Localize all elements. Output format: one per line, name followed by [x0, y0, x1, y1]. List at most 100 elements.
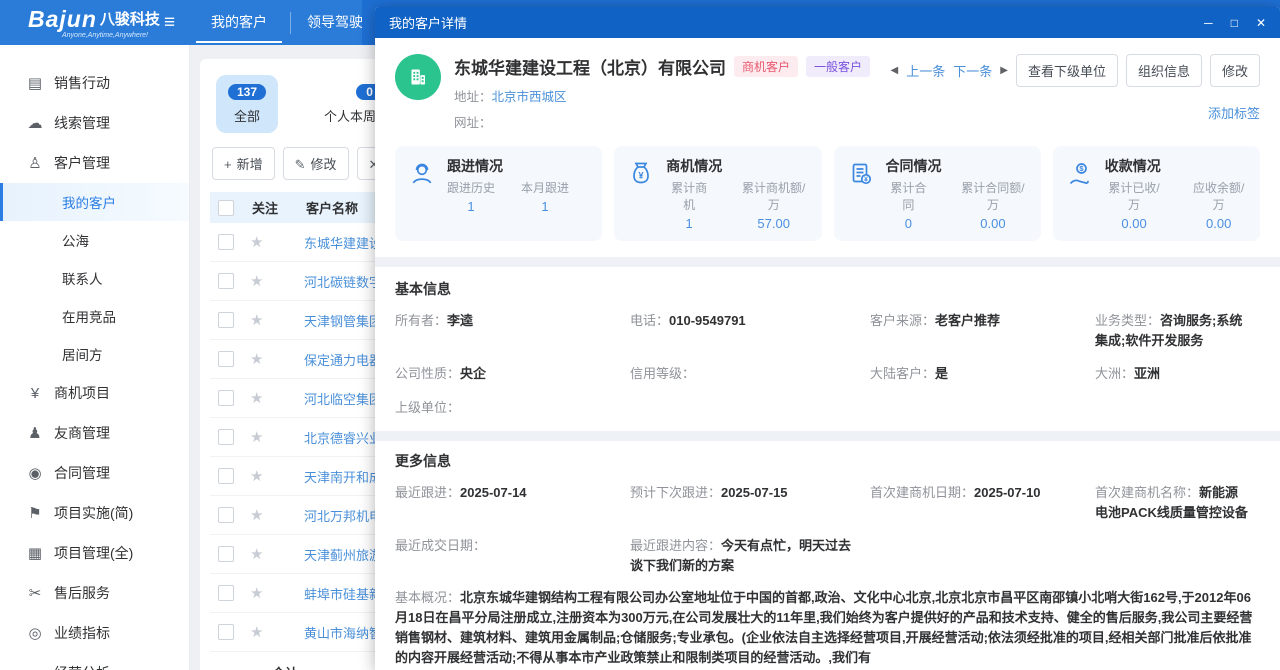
sidebar-item-business-analysis[interactable]: ≃ 经营分析: [0, 653, 189, 670]
sidebar-subitem-my-customers[interactable]: 我的客户: [0, 183, 189, 221]
stat-value: 1: [521, 199, 569, 214]
company-website-row: 网址: [454, 112, 870, 131]
prev-arrow-icon[interactable]: ◀: [891, 65, 899, 76]
person-gear-icon: ♟: [26, 424, 44, 442]
row-checkbox[interactable]: [218, 585, 234, 601]
star-icon[interactable]: ★: [250, 428, 292, 446]
next-arrow-icon[interactable]: ▶: [1000, 65, 1008, 76]
panel-body: 东城华建建设工程（北京）有限公司 商机客户 一般客户 地址北京市西城区 网址: [375, 38, 1280, 670]
star-icon[interactable]: ★: [250, 584, 292, 602]
sidebar-item-partners[interactable]: ♟ 友商管理: [0, 413, 189, 453]
add-tag-link[interactable]: 添加标签: [891, 103, 1260, 122]
logo-cn: 八骏科技: [100, 11, 160, 28]
row-checkbox[interactable]: [218, 312, 234, 328]
star-icon[interactable]: ★: [250, 467, 292, 485]
star-icon[interactable]: ★: [250, 389, 292, 407]
cloud-icon: ☁: [26, 114, 44, 132]
sidebar-item-project-impl-simple[interactable]: ⚑ 项目实施(简): [0, 493, 189, 533]
star-icon[interactable]: ★: [250, 233, 292, 251]
close-icon[interactable]: ✕: [1256, 16, 1266, 30]
row-checkbox[interactable]: [218, 546, 234, 562]
basic-info-section: 基本信息 所有者李逵 电话010-9549791 客户来源老客户推荐 业务类型咨…: [375, 267, 1280, 431]
money-bag-icon: ¥: [626, 159, 656, 189]
hamburger-menu-icon[interactable]: ≡: [164, 0, 175, 45]
maximize-icon[interactable]: □: [1231, 16, 1238, 30]
sidebar-item-project-mgmt-full[interactable]: ▦ 项目管理(全): [0, 533, 189, 573]
company-header-section: 东城华建建设工程（北京）有限公司 商机客户 一般客户 地址北京市西城区 网址: [375, 38, 1280, 257]
company-address-link[interactable]: 北京市西城区: [492, 90, 567, 104]
sidebar-subitem-contacts[interactable]: 联系人: [0, 259, 189, 297]
stat-card-opportunity: ¥ 商机情况 累计商机1 累计商机额/万57.00: [614, 146, 821, 241]
contract-icon: ¥: [846, 159, 876, 189]
star-icon[interactable]: ★: [250, 311, 292, 329]
yen-circle-icon: ◉: [26, 464, 44, 482]
stat-card-payment: $ 收款情况 累计已收/万0.00 应收余额/万0.00: [1053, 146, 1260, 241]
logo-tagline: Anyone,Anytime,Anywhere!: [62, 32, 148, 39]
field-last-followup-content: 最近跟进内容今天有点忙，明天过去谈下我们新的方案: [630, 536, 870, 575]
sidebar-subitem-competitors-inuse[interactable]: 在用竞品: [0, 297, 189, 335]
sidebar-item-sales-action[interactable]: ▤ 销售行动: [0, 63, 189, 103]
filter-chip-all[interactable]: 137 全部: [216, 75, 278, 133]
tools-icon: ✂: [26, 584, 44, 602]
app-window: Bajun八骏科技 Anyone,Anytime,Anywhere! ≡ 我的客…: [0, 0, 1280, 670]
company-name: 东城华建建设工程（北京）有限公司: [454, 54, 726, 79]
header-tab-my-customers[interactable]: 我的客户: [188, 0, 290, 45]
field-first-opportunity-name: 首次建商机名称新能源电池PACK线质量管控设备: [1095, 483, 1260, 522]
row-checkbox[interactable]: [218, 624, 234, 640]
stat-value: 1: [666, 216, 712, 231]
sidebar-item-after-sales[interactable]: ✂ 售后服务: [0, 573, 189, 613]
chart-line-icon: ≃: [26, 664, 44, 670]
app-logo: Bajun八骏科技 Anyone,Anytime,Anywhere!: [28, 6, 160, 33]
logo-text: Bajun: [28, 6, 97, 32]
row-checkbox[interactable]: [218, 507, 234, 523]
field-last-followup: 最近跟进2025-07-14: [395, 483, 630, 503]
stat-card-followup: 跟进情况 跟进历史1 本月跟进1: [395, 146, 602, 241]
tag-general-customer: 一般客户: [806, 56, 870, 77]
view-subunits-button[interactable]: 查看下级单位: [1016, 54, 1118, 87]
svg-text:¥: ¥: [864, 177, 868, 184]
panel-titlebar[interactable]: 我的客户详情 ─ □ ✕: [375, 7, 1280, 38]
row-checkbox[interactable]: [218, 234, 234, 250]
org-info-button[interactable]: 组织信息: [1126, 54, 1202, 87]
prev-record-link[interactable]: 上一条: [906, 61, 945, 80]
select-all-checkbox[interactable]: [218, 200, 234, 216]
stat-value: 0.00: [1189, 216, 1248, 231]
window-controls: ─ □ ✕: [1204, 16, 1266, 30]
star-icon[interactable]: ★: [250, 623, 292, 641]
minimize-icon[interactable]: ─: [1204, 16, 1213, 30]
stat-value: 0.00: [1105, 216, 1164, 231]
sidebar-subitem-public-pool[interactable]: 公海: [0, 221, 189, 259]
field-phone: 电话010-9549791: [630, 311, 870, 331]
briefcase-icon: ▦: [26, 544, 44, 562]
add-button[interactable]: +新增: [212, 147, 275, 180]
star-icon[interactable]: ★: [250, 350, 292, 368]
row-checkbox[interactable]: [218, 468, 234, 484]
star-icon[interactable]: ★: [250, 506, 292, 524]
row-checkbox[interactable]: [218, 273, 234, 289]
person-icon: ♙: [26, 154, 44, 172]
sidebar-item-leads[interactable]: ☁ 线索管理: [0, 103, 189, 143]
star-icon[interactable]: ★: [250, 545, 292, 563]
sidebar-item-contracts[interactable]: ◉ 合同管理: [0, 453, 189, 493]
row-checkbox[interactable]: [218, 390, 234, 406]
row-checkbox[interactable]: [218, 351, 234, 367]
star-icon[interactable]: ★: [250, 272, 292, 290]
next-record-link[interactable]: 下一条: [953, 61, 992, 80]
pencil-icon: ✎: [295, 157, 306, 172]
sidebar-item-opportunities[interactable]: ¥ 商机项目: [0, 373, 189, 413]
row-checkbox[interactable]: [218, 429, 234, 445]
sidebar-subitem-intermediary[interactable]: 居间方: [0, 335, 189, 373]
field-parent-unit: 上级单位: [395, 398, 630, 418]
sidebar-item-customers[interactable]: ♙ 客户管理: [0, 143, 189, 183]
yen-box-icon: ¥: [26, 385, 44, 402]
edit-customer-button[interactable]: 修改: [1210, 54, 1260, 87]
field-first-opportunity-date: 首次建商机日期2025-07-10: [870, 483, 1095, 503]
sidebar: ▤ 销售行动 ☁ 线索管理 ♙ 客户管理 我的客户 公海 联系人 在用竞品 居间…: [0, 45, 190, 670]
sidebar-item-kpi[interactable]: ◎ 业绩指标: [0, 613, 189, 653]
company-building-icon: [395, 54, 441, 100]
more-info-title: 更多信息: [395, 451, 1260, 471]
field-business-type: 业务类型咨询服务;系统集成;软件开发服务: [1095, 311, 1260, 350]
customer-detail-panel: 我的客户详情 ─ □ ✕: [375, 7, 1280, 670]
edit-button[interactable]: ✎修改: [283, 147, 349, 180]
column-customer-name: 客户名称: [306, 198, 358, 217]
